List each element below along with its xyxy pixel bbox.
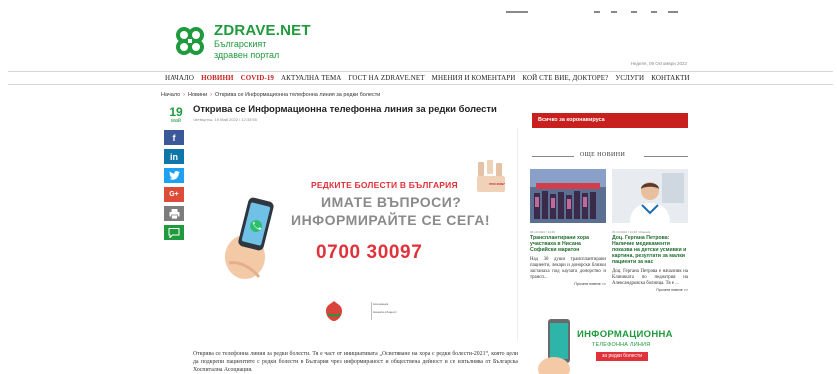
hands-holding-phone-icon (477, 160, 505, 192)
news-card-title[interactable]: Доц. Гергана Петрова: Наличие медикамент… (612, 235, 688, 265)
nav-item-hot-topic[interactable]: Актуална тема (281, 74, 341, 82)
twitter-share-icon[interactable] (164, 168, 184, 183)
nav-item-opinions[interactable]: Мнения и коментари (432, 74, 516, 82)
current-date: Неделя, 09 Октомври 2022 (630, 61, 687, 66)
logo-name: ZDRAVE.NET (214, 21, 311, 39)
breadcrumb: Начало › Новини › Открива се Информационна т… (161, 92, 380, 98)
linkedin-share-icon[interactable]: in (164, 149, 184, 164)
hero-headline-1: РЕДКИТЕ БОЛЕСТИ В БЪЛГАРИЯ (311, 180, 458, 190)
hero-headline-2: ИМАТЕ ВЪПРОСИ? (321, 194, 462, 210)
article-body: Открива се телефонна линия за редки боле… (193, 351, 518, 373)
article-meta: Четвъртък, 19 Май 2022 / 12:33:55 (193, 117, 257, 122)
partner-logo-text-2: Нашата общност (373, 310, 397, 314)
news-card-readmore[interactable]: Прочети повече >> (530, 282, 606, 286)
google-plus-share-icon[interactable]: G+ (164, 187, 184, 202)
nav-item-covid[interactable]: COVID-19 (241, 74, 274, 82)
logo-tagline-1: Българският (214, 38, 267, 49)
partner-logo-icon (326, 301, 342, 321)
hero-headline-3: ИНФОРМИРАЙТЕ СЕ СЕГА! (291, 212, 491, 228)
clover-logo-icon (176, 27, 204, 55)
article-day: 19 (169, 105, 183, 119)
nav-item-guest[interactable]: Гост на Zdrave.net (348, 74, 424, 82)
article-date: 19 май (166, 106, 186, 124)
news-card-meta: 06.10.2022 / 14:46 (530, 230, 556, 234)
partner-logo-text-1: Асоциация (373, 302, 389, 306)
breadcrumb-separator-icon: › (183, 92, 186, 98)
promo-subtitle: ТЕЛЕФОННА ЛИНИЯ (592, 342, 651, 348)
promo-tag: за редки болести (596, 352, 648, 361)
nav-item-services[interactable]: Услуги (615, 74, 644, 82)
main-nav: Начало Новини COVID-19 Актуална тема Гос… (8, 71, 833, 85)
article-title: Открива се Информационна телефонна линия… (193, 104, 497, 115)
partner-logo-divider (371, 302, 372, 320)
news-card[interactable]: 06.10.2022 / 14:46 / Мнения Доц. Гергана… (612, 169, 688, 292)
doctor-photo (612, 169, 688, 223)
news-card-readmore[interactable]: Прочети повече >> (612, 288, 688, 292)
facebook-share-icon[interactable]: f (164, 130, 184, 145)
logo-tagline-2: здравен портал (214, 49, 280, 60)
more-news-heading: ОЩЕ НОВИНИ (532, 152, 688, 160)
news-card-title[interactable]: Трансплантирани хора участваха в Нисана … (530, 235, 606, 253)
breadcrumb-current: Открива се Информационна телефонна линия… (215, 92, 381, 98)
more-news-label: ОЩЕ НОВИНИ (580, 152, 626, 158)
top-utility-links[interactable] (506, 11, 686, 14)
news-card[interactable]: 06.10.2022 / 14:46 Трансплантирани хора … (530, 169, 606, 286)
hero-phone-number: 0700 30097 (316, 242, 423, 263)
nav-item-home[interactable]: Начало (165, 74, 194, 82)
comment-icon[interactable] (164, 225, 184, 240)
news-card-meta: 06.10.2022 / 14:46 / Мнения (612, 230, 651, 234)
breadcrumb-separator-icon: › (210, 92, 212, 98)
promo-title: ИНФОРМАЦИОННА (577, 329, 673, 340)
nav-item-doctor[interactable]: Кой сте вие, докторе? (522, 74, 608, 82)
covid-banner[interactable]: Всичко за коронавируса (532, 113, 688, 128)
news-card-excerpt: Доц. Гергана Петрова е началник на Клини… (612, 269, 688, 286)
site-logo[interactable]: ZDRAVE.NET Българският здравен портал (172, 20, 322, 62)
print-icon[interactable] (164, 206, 184, 221)
news-card-excerpt: Над 30 души трансплантирани пациенти, ле… (530, 257, 606, 280)
breadcrumb-section[interactable]: Новини (188, 92, 207, 98)
hero-corner-phone: 0700 30097 (489, 182, 505, 186)
phone-illustration-icon (538, 319, 570, 374)
nav-item-contacts[interactable]: Контакти (651, 74, 689, 82)
breadcrumb-home[interactable]: Начало (161, 92, 180, 98)
marathon-photo (530, 169, 606, 223)
article-hero-image: РЕДКИТЕ БОЛЕСТИ В БЪЛГАРИЯ ИМАТЕ ВЪПРОСИ… (193, 128, 518, 341)
helpline-promo-banner[interactable]: ИНФОРМАЦИОННА ТЕЛЕФОННА ЛИНИЯ за редки б… (530, 311, 690, 374)
nav-item-news[interactable]: Новини (201, 74, 234, 82)
partner-logos: Асоциация Нашата общност (321, 298, 451, 324)
hand-phone-illustration-icon (225, 197, 274, 279)
